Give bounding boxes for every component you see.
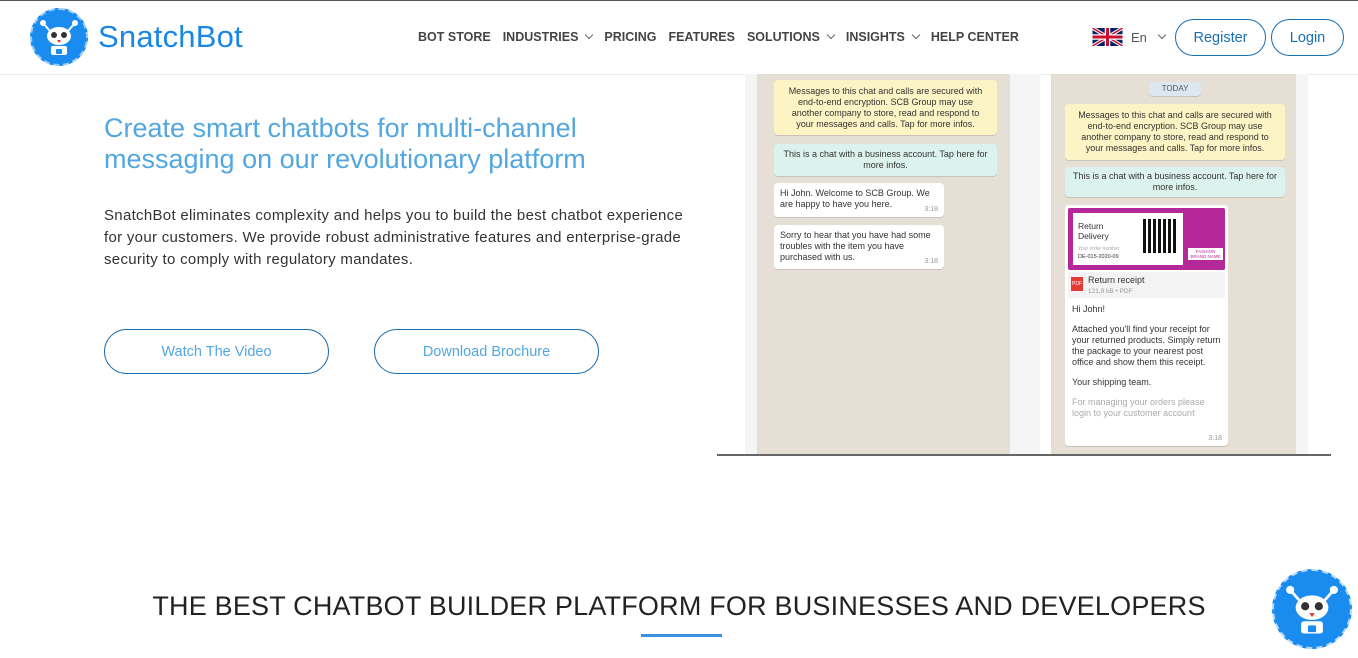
hero-title: Create smart chatbots for multi-channel … <box>104 113 586 174</box>
uk-flag-icon <box>1092 28 1123 46</box>
nav-solutions[interactable]: SOLUTIONS <box>747 30 836 44</box>
chat-screen-left: Messages to this chat and calls are secu… <box>757 74 1012 454</box>
brand-name: SnatchBot <box>98 19 243 54</box>
login-button[interactable]: Login <box>1271 19 1344 56</box>
nav-features[interactable]: FEATURES <box>669 30 735 44</box>
delivery-message: Return Delivery Your order number DE-015… <box>1065 205 1228 446</box>
robot-logo-icon <box>30 8 88 66</box>
nav-pricing[interactable]: PRICING <box>604 30 656 44</box>
phone-frame-middle <box>1010 74 1040 454</box>
chevron-down-icon <box>1157 30 1167 40</box>
encryption-notice: Messages to this chat and calls are secu… <box>774 80 997 135</box>
nav-bot-store[interactable]: BOT STORE <box>418 30 491 44</box>
main-nav: BOT STORE INDUSTRIES PRICING FEATURES SO… <box>418 30 1019 44</box>
phones-baseline <box>717 454 1331 456</box>
watch-video-button[interactable]: Watch The Video <box>104 329 329 374</box>
chat-message: Sorry to hear that you have had some tro… <box>774 225 944 269</box>
chevron-down-icon <box>826 30 836 40</box>
business-notice: This is a chat with a business account. … <box>1065 167 1285 197</box>
nav-help-center[interactable]: HELP CENTER <box>931 30 1019 44</box>
download-brochure-button[interactable]: Download Brochure <box>374 329 599 374</box>
phone-frame-right <box>1296 74 1308 454</box>
pdf-file-icon: PDF <box>1071 277 1083 291</box>
robot-icon <box>1286 585 1338 634</box>
chat-screen-right: TODAY Messages to this chat and calls ar… <box>1051 74 1298 454</box>
register-button[interactable]: Register <box>1175 19 1266 56</box>
date-chip: TODAY <box>1149 82 1201 96</box>
phone-mockups: Messages to this chat and calls are secu… <box>717 74 1332 456</box>
encryption-notice: Messages to this chat and calls are secu… <box>1065 104 1285 160</box>
language-selector[interactable]: En <box>1092 28 1167 46</box>
file-attachment[interactable]: PDF Return receipt 121,9 kB • PDF <box>1068 272 1225 298</box>
card-title: Return Delivery <box>1078 221 1109 241</box>
logo[interactable]: SnatchBot <box>30 8 243 66</box>
section-underline <box>641 634 722 637</box>
business-notice: This is a chat with a business account. … <box>774 144 997 176</box>
nav-industries[interactable]: INDUSTRIES <box>503 30 594 44</box>
delivery-card: Return Delivery Your order number DE-015… <box>1068 208 1225 270</box>
section-title: THE BEST CHATBOT BUILDER PLATFORM FOR BU… <box>152 591 1206 621</box>
nav-insights[interactable]: INSIGHTS <box>846 30 921 44</box>
chat-message: Hi John. Welcome to SCB Group. We are ha… <box>774 183 944 217</box>
chevron-down-icon <box>585 30 594 40</box>
chatbot-launcher-button[interactable] <box>1272 569 1352 649</box>
language-label: En <box>1131 29 1147 45</box>
hero-description: SnatchBot eliminates complexity and help… <box>104 207 684 268</box>
chevron-down-icon <box>911 30 921 40</box>
qr-code-icon <box>1143 219 1177 253</box>
phone-frame-left <box>745 74 757 454</box>
site-header: SnatchBot BOT STORE INDUSTRIES PRICING F… <box>0 1 1358 75</box>
